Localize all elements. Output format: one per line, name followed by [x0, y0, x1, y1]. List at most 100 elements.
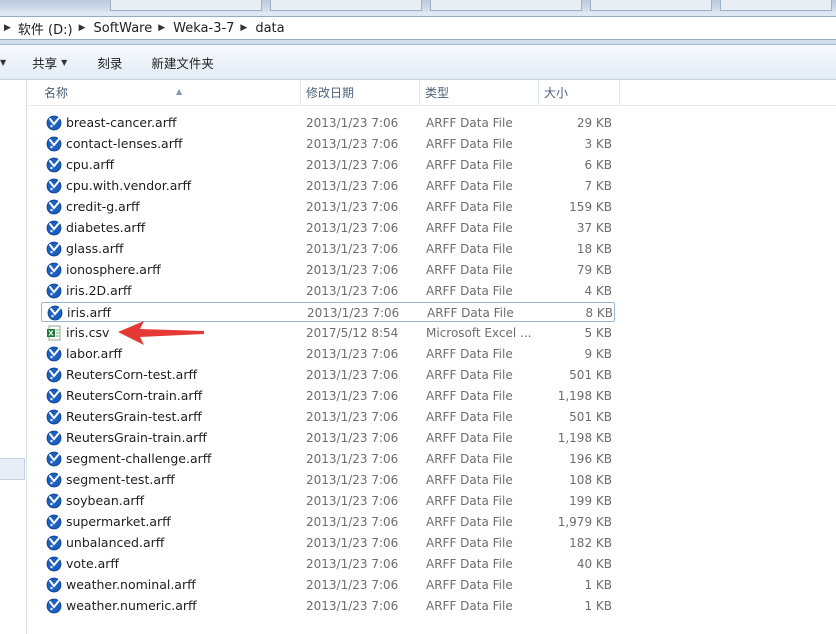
window-tab[interactable] — [270, 0, 422, 11]
chevron-right-icon[interactable]: ▶ — [158, 23, 165, 33]
breadcrumb-item[interactable]: 软件 (D:) — [18, 19, 73, 38]
command-toolbar: ▼ 共享 ▼ 刻录 新建文件夹 — [0, 45, 836, 80]
file-name: weather.numeric.arff — [66, 598, 197, 613]
file-row[interactable]: ionosphere.arff 2013/1/23 7:06 ARFF Data F… — [41, 260, 615, 280]
file-row[interactable]: breast-cancer.arff 2013/1/23 7:06 ARFF Dat… — [41, 113, 615, 133]
breadcrumb[interactable]: ▶ 软件 (D:) ▶ SoftWare ▶ Weka-3-7 ▶ data — [0, 16, 836, 40]
file-name: vote.arff — [66, 556, 120, 571]
file-type: ARFF Data File — [426, 263, 513, 277]
file-size: 1 KB — [584, 599, 612, 613]
file-type: ARFF Data File — [426, 284, 513, 298]
weka-arff-icon — [46, 556, 62, 572]
file-row[interactable]: cpu.with.vendor.arff 2013/1/23 7:06 ARFF D… — [41, 176, 615, 196]
file-size: 40 KB — [576, 557, 612, 571]
file-name: contact-lenses.arff — [66, 136, 183, 151]
file-row[interactable]: weather.nominal.arff 2013/1/23 7:06 ARFF D… — [41, 575, 615, 595]
weka-arff-icon — [46, 199, 62, 215]
file-size: 108 KB — [569, 473, 612, 487]
chevron-down-icon[interactable]: ▼ — [0, 58, 6, 67]
file-type: ARFF Data File — [426, 347, 513, 361]
chevron-right-icon[interactable]: ▶ — [4, 23, 11, 33]
window-tab[interactable] — [110, 0, 262, 11]
file-row[interactable]: segment-challenge.arff 2013/1/23 7:06 ARFF… — [41, 449, 615, 469]
file-row[interactable]: supermarket.arff 2013/1/23 7:06 ARFF Data … — [41, 512, 615, 532]
file-name: segment-test.arff — [66, 472, 175, 487]
file-type: ARFF Data File — [426, 179, 513, 193]
window-tab[interactable] — [720, 0, 832, 11]
file-name: ReutersGrain-test.arff — [66, 409, 202, 424]
file-name: ionosphere.arff — [66, 262, 161, 277]
weka-arff-icon — [46, 430, 62, 446]
navigation-pane[interactable] — [0, 80, 27, 634]
file-name: glass.arff — [66, 241, 124, 256]
file-row[interactable]: iris.2D.arff 2013/1/23 7:06 ARFF Data File… — [41, 281, 615, 301]
column-header-date[interactable]: 修改日期 — [301, 80, 420, 105]
file-modified-date: 2013/1/23 7:06 — [306, 410, 399, 424]
weka-arff-icon — [46, 136, 62, 152]
file-size: 79 KB — [576, 263, 612, 277]
file-name: soybean.arff — [66, 493, 145, 508]
weka-arff-icon — [46, 598, 62, 614]
file-row[interactable]: soybean.arff 2013/1/23 7:06 ARFF Data File… — [41, 491, 615, 511]
column-header-size[interactable]: 大小 — [539, 80, 620, 105]
column-header-name[interactable]: 名称 ▲ — [39, 80, 301, 105]
window-tab[interactable] — [590, 0, 712, 11]
file-row[interactable]: segment-test.arff 2013/1/23 7:06 ARFF Data… — [41, 470, 615, 490]
file-row[interactable]: ReutersGrain-train.arff 2013/1/23 7:06 ARF… — [41, 428, 615, 448]
weka-arff-icon — [46, 388, 62, 404]
file-modified-date: 2013/1/23 7:06 — [306, 284, 399, 298]
file-name: cpu.with.vendor.arff — [66, 178, 192, 193]
file-name: unbalanced.arff — [66, 535, 165, 550]
file-modified-date: 2013/1/23 7:06 — [306, 452, 399, 466]
file-row[interactable]: credit-g.arff 2013/1/23 7:06 ARFF Data Fil… — [41, 197, 615, 217]
file-size: 1,198 KB — [557, 389, 612, 403]
file-row[interactable]: weather.numeric.arff 2013/1/23 7:06 ARFF D… — [41, 596, 615, 616]
burn-button[interactable]: 刻录 — [97, 53, 122, 72]
column-header-type[interactable]: 类型 — [420, 80, 539, 105]
chevron-down-icon: ▼ — [61, 57, 68, 67]
nav-selected-item[interactable] — [0, 458, 25, 480]
file-modified-date: 2013/1/23 7:06 — [306, 242, 399, 256]
breadcrumb-item[interactable]: SoftWare — [94, 21, 153, 36]
share-button[interactable]: 共享 ▼ — [32, 53, 67, 72]
file-type: Microsoft Excel ... — [426, 326, 532, 340]
new-folder-button[interactable]: 新建文件夹 — [151, 53, 214, 72]
file-modified-date: 2013/1/23 7:06 — [306, 263, 399, 277]
file-name: segment-challenge.arff — [66, 451, 212, 466]
weka-arff-icon — [46, 535, 62, 551]
sort-ascending-icon: ▲ — [176, 87, 183, 96]
chevron-right-icon[interactable]: ▶ — [79, 23, 86, 33]
file-type: ARFF Data File — [426, 452, 513, 466]
window-tab[interactable] — [430, 0, 582, 11]
file-row[interactable]: glass.arff 2013/1/23 7:06 ARFF Data File 18… — [41, 239, 615, 259]
file-size: 8 KB — [585, 306, 613, 320]
breadcrumb-item[interactable]: Weka-3-7 — [173, 21, 234, 36]
file-size: 1 KB — [584, 578, 612, 592]
annotation-arrow-icon — [118, 321, 204, 345]
file-type: ARFF Data File — [427, 306, 514, 320]
breadcrumb-software[interactable]: SoftWare ▶ — [94, 21, 174, 36]
file-row[interactable]: vote.arff 2013/1/23 7:06 ARFF Data File 40 … — [41, 554, 615, 574]
file-row[interactable]: ReutersGrain-test.arff 2013/1/23 7:06 ARFF… — [41, 407, 615, 427]
breadcrumb-drive[interactable]: ▶ 软件 (D:) ▶ — [0, 19, 94, 38]
file-row[interactable]: cpu.arff 2013/1/23 7:06 ARFF Data File 6 KB — [41, 155, 615, 175]
file-size: 4 KB — [584, 284, 612, 298]
file-size: 3 KB — [584, 137, 612, 151]
file-row[interactable]: contact-lenses.arff 2013/1/23 7:06 ARFF Da… — [41, 134, 615, 154]
breadcrumb-weka[interactable]: Weka-3-7 ▶ — [173, 21, 255, 36]
file-row[interactable]: ReutersCorn-test.arff 2013/1/23 7:06 ARFF … — [41, 365, 615, 385]
file-type: ARFF Data File — [426, 116, 513, 130]
file-row[interactable]: unbalanced.arff 2013/1/23 7:06 ARFF Data F… — [41, 533, 615, 553]
file-modified-date: 2013/1/23 7:06 — [306, 599, 399, 613]
file-modified-date: 2013/1/23 7:06 — [306, 431, 399, 445]
file-row[interactable]: diabetes.arff 2013/1/23 7:06 ARFF Data Fil… — [41, 218, 615, 238]
file-modified-date: 2013/1/23 7:06 — [306, 557, 399, 571]
file-name: iris.2D.arff — [66, 283, 132, 298]
weka-arff-icon — [46, 451, 62, 467]
weka-arff-icon — [46, 577, 62, 593]
breadcrumb-data[interactable]: data — [255, 21, 284, 36]
file-row[interactable]: ReutersCorn-train.arff 2013/1/23 7:06 ARFF… — [41, 386, 615, 406]
file-type: ARFF Data File — [426, 515, 513, 529]
chevron-right-icon[interactable]: ▶ — [240, 23, 247, 33]
breadcrumb-item[interactable]: data — [255, 21, 284, 36]
